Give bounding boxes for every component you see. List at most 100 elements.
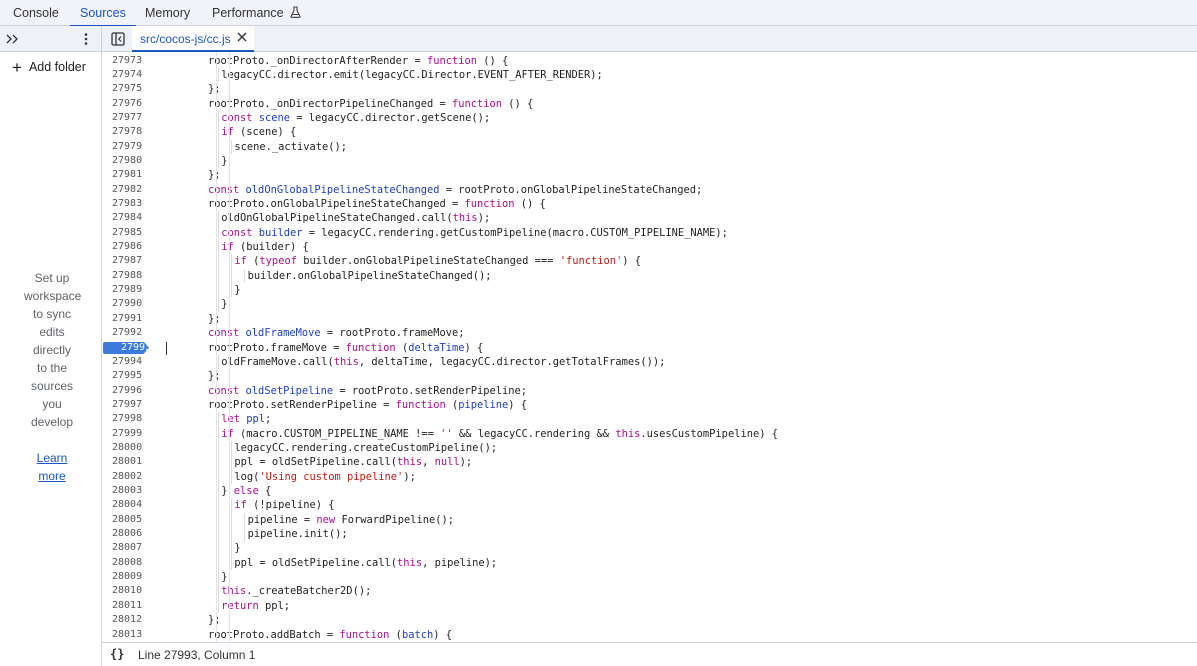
code-line[interactable]: };	[154, 613, 1197, 627]
code-line[interactable]: if (!pipeline) {	[154, 498, 1197, 513]
line-number[interactable]: 27987	[102, 254, 154, 268]
line-number[interactable]: 27979	[102, 140, 154, 154]
code-line[interactable]: rootProto.addBatch = function (batch) {	[154, 628, 1197, 642]
learn-more-link[interactable]: Learn more	[30, 449, 74, 485]
code-line[interactable]: rootProto.frameMove = function (deltaTim…	[154, 341, 1197, 355]
line-number[interactable]: 27995	[102, 369, 154, 383]
line-number[interactable]: 28001	[102, 455, 154, 469]
line-number[interactable]: 27981	[102, 168, 154, 182]
code-token: builder.onGlobalPipelineStateChanged ===	[296, 255, 560, 268]
line-number[interactable]: 27984	[102, 211, 154, 225]
code-line[interactable]: const oldSetPipeline = rootProto.setRend…	[154, 384, 1197, 398]
tab-sources[interactable]: Sources	[70, 0, 136, 27]
line-number[interactable]: 27982	[102, 183, 154, 197]
line-number[interactable]: 27992	[102, 326, 154, 340]
line-number[interactable]: 28002	[102, 470, 154, 484]
code-line[interactable]: scene._activate();	[154, 139, 1197, 154]
line-number[interactable]: 28003	[102, 484, 154, 498]
line-number[interactable]: 27997	[102, 398, 154, 412]
chevron-double-right-icon[interactable]	[4, 30, 20, 48]
code-line[interactable]: };	[154, 369, 1197, 383]
code-line[interactable]: if (scene) {	[154, 125, 1197, 140]
code-text: }	[221, 297, 227, 311]
code-line[interactable]: }	[154, 541, 1197, 556]
add-folder-button[interactable]: + Add folder	[12, 58, 86, 76]
line-number[interactable]: 27973	[102, 54, 154, 68]
code-line[interactable]: legacyCC.rendering.createCustomPipeline(…	[154, 440, 1197, 456]
code-line[interactable]: builder.onGlobalPipelineStateChanged();	[154, 268, 1197, 284]
code-line[interactable]: pipeline = new ForwardPipeline();	[154, 512, 1197, 528]
code-line[interactable]: pipeline.init();	[154, 527, 1197, 542]
line-number[interactable]: 28006	[102, 527, 154, 541]
code-line[interactable]: ppl = oldSetPipeline.call(this, null);	[154, 455, 1197, 470]
code-line[interactable]: const builder = legacyCC.rendering.getCu…	[154, 225, 1197, 241]
code-line[interactable]: oldFrameMove.call(this, deltaTime, legac…	[154, 354, 1197, 370]
code-line[interactable]: const oldFrameMove = rootProto.frameMove…	[154, 326, 1197, 340]
code-line[interactable]: return ppl;	[154, 598, 1197, 614]
code-line[interactable]: rootProto.onGlobalPipelineStateChanged =…	[154, 197, 1197, 211]
line-number[interactable]: 27974	[102, 68, 154, 82]
file-tab[interactable]: src/cocos-js/cc.js	[132, 26, 254, 52]
code-line[interactable]: } else {	[154, 484, 1197, 499]
tab-performance[interactable]: Performance	[212, 0, 301, 26]
breakpoint-marker[interactable]: 27993	[102, 341, 154, 355]
code-line[interactable]: this._createBatcher2D();	[154, 584, 1197, 599]
line-number[interactable]: 28012	[102, 613, 154, 627]
line-number[interactable]: 27977	[102, 111, 154, 125]
line-number[interactable]: 27983	[102, 197, 154, 211]
line-number[interactable]: 28010	[102, 584, 154, 598]
tab-console[interactable]: Console	[13, 0, 59, 26]
code-line[interactable]: };	[154, 82, 1197, 96]
code-line[interactable]: if (typeof builder.onGlobalPipelineState…	[154, 254, 1197, 269]
code-line[interactable]: let ppl;	[154, 412, 1197, 427]
code-line[interactable]: };	[154, 168, 1197, 182]
line-number[interactable]: 27991	[102, 312, 154, 326]
line-number[interactable]: 28011	[102, 599, 154, 613]
line-number[interactable]: 27990	[102, 297, 154, 311]
line-number[interactable]: 27994	[102, 355, 154, 369]
kebab-menu-icon[interactable]	[80, 30, 92, 48]
code-line[interactable]: if (builder) {	[154, 240, 1197, 255]
line-number[interactable]: 27989	[102, 283, 154, 297]
tab-memory[interactable]: Memory	[145, 0, 190, 26]
line-number[interactable]: 27996	[102, 384, 154, 398]
code-line[interactable]: }	[154, 297, 1197, 312]
code-line[interactable]: const scene = legacyCC.director.getScene…	[154, 110, 1197, 126]
code-line[interactable]: rootProto._onDirectorPipelineChanged = f…	[154, 97, 1197, 111]
code-line[interactable]: if (macro.CUSTOM_PIPELINE_NAME !== '' &&…	[154, 426, 1197, 441]
code-line[interactable]: };	[154, 312, 1197, 326]
code-line[interactable]: }	[154, 153, 1197, 169]
line-number[interactable]: 28013	[102, 628, 154, 642]
code-line[interactable]: }	[154, 283, 1197, 298]
code-line[interactable]: const oldOnGlobalPipelineStateChanged = …	[154, 183, 1197, 197]
code-line[interactable]: oldOnGlobalPipelineStateChanged.call(thi…	[154, 211, 1197, 226]
indent-guide	[218, 498, 219, 513]
line-number[interactable]: 28004	[102, 498, 154, 512]
line-number[interactable]: 27988	[102, 269, 154, 283]
line-number[interactable]: 27980	[102, 154, 154, 168]
code-line[interactable]: rootProto._onDirectorAfterRender = funct…	[154, 54, 1197, 68]
code-line[interactable]: }	[154, 570, 1197, 585]
line-number[interactable]: 27986	[102, 240, 154, 254]
line-number[interactable]: 27998	[102, 412, 154, 426]
workspace-hint-line: directly	[32, 343, 71, 357]
code-line[interactable]: rootProto.setRenderPipeline = function (…	[154, 398, 1197, 412]
line-number[interactable]: 28007	[102, 541, 154, 555]
code-line[interactable]: legacyCC.director.emit(legacyCC.Director…	[154, 67, 1197, 83]
line-number[interactable]: 27999	[102, 427, 154, 441]
line-number[interactable]: 27976	[102, 97, 154, 111]
code-line[interactable]: log('Using custom pipeline');	[154, 469, 1197, 484]
flask-icon	[290, 1, 301, 27]
line-number[interactable]: 27985	[102, 226, 154, 240]
code-line[interactable]: ppl = oldSetPipeline.call(this, pipeline…	[154, 555, 1197, 571]
line-number[interactable]: 27975	[102, 82, 154, 96]
code-editor[interactable]: 27973 27974 27975 27976 27977 27978 27979 27980…	[102, 52, 1197, 642]
pretty-print-button[interactable]: {}	[110, 647, 124, 661]
line-number[interactable]: 28009	[102, 570, 154, 584]
line-number[interactable]: 28000	[102, 441, 154, 455]
line-number[interactable]: 28005	[102, 513, 154, 527]
toggle-sidebar-icon[interactable]	[110, 31, 126, 47]
line-number[interactable]: 27978	[102, 125, 154, 139]
close-icon[interactable]	[237, 31, 247, 45]
line-number[interactable]: 28008	[102, 556, 154, 570]
